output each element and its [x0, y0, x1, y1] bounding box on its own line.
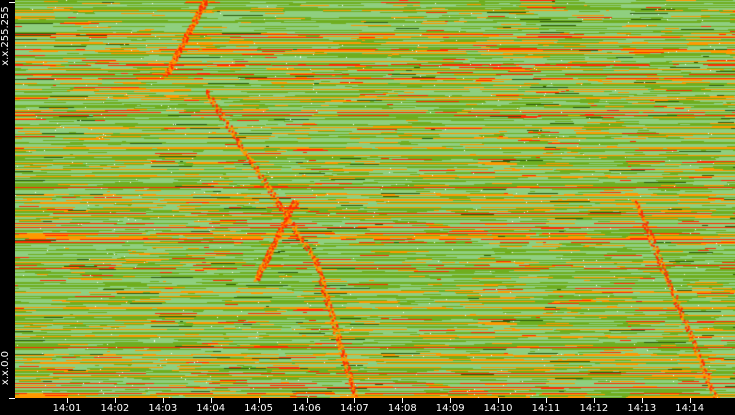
- x-tick-label: 14:12: [579, 403, 609, 414]
- y-label-top: x.x.255.255: [0, 6, 11, 66]
- x-tick-label: 14:08: [387, 403, 417, 414]
- x-tick-label: 14:01: [52, 403, 82, 414]
- heatmap-canvas: [15, 0, 735, 398]
- x-tick-label: 14:07: [339, 403, 369, 414]
- x-tick-label: 14:09: [435, 403, 465, 414]
- x-tick-label: 14:14: [675, 403, 705, 414]
- x-tick-label: 14:05: [244, 403, 273, 414]
- x-tick-label: 14:02: [100, 403, 130, 414]
- x-tick-label: 14:10: [483, 403, 513, 414]
- y-label-bottom: x.x.0.0: [0, 350, 11, 386]
- x-tick-label: 14:13: [627, 403, 657, 414]
- x-tick-label: 14:03: [148, 403, 178, 414]
- y-tick-bottom: [9, 398, 15, 399]
- x-tick-label: 14:11: [531, 403, 561, 414]
- x-tick-label: 14:06: [292, 403, 321, 414]
- y-tick-top: [9, 2, 15, 3]
- x-tick-label: 14:04: [196, 403, 226, 414]
